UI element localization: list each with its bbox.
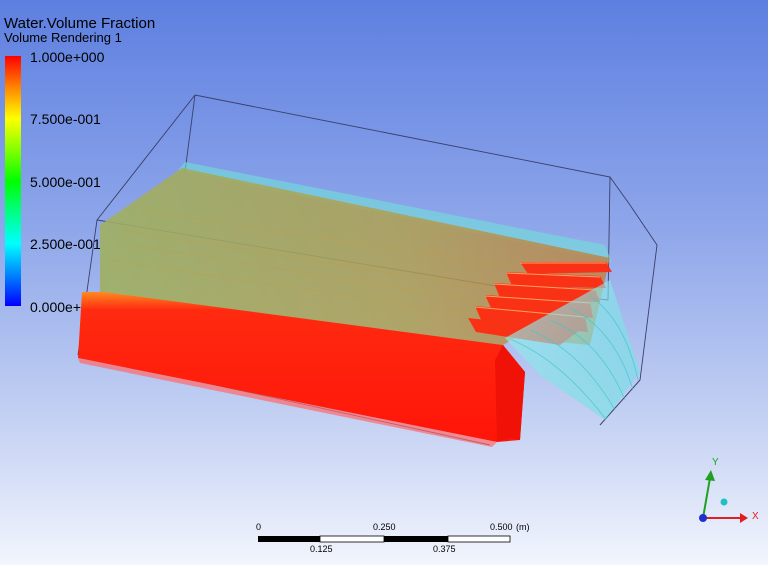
- scale-label: 0.125: [310, 544, 333, 554]
- scale-label: 0.500: [490, 522, 513, 532]
- scale-label: 0: [256, 522, 262, 532]
- render-viewport[interactable]: [0, 0, 768, 565]
- scale-unit: (m): [516, 522, 530, 532]
- scale-label: 0.250: [373, 522, 396, 532]
- axis-triad: [699, 470, 748, 523]
- scale-label: 0.375: [433, 544, 456, 554]
- x-axis-label: X: [752, 511, 759, 522]
- water-volume-side: [495, 345, 525, 442]
- y-axis-label: Y: [712, 457, 719, 468]
- scale-bar: [258, 535, 511, 543]
